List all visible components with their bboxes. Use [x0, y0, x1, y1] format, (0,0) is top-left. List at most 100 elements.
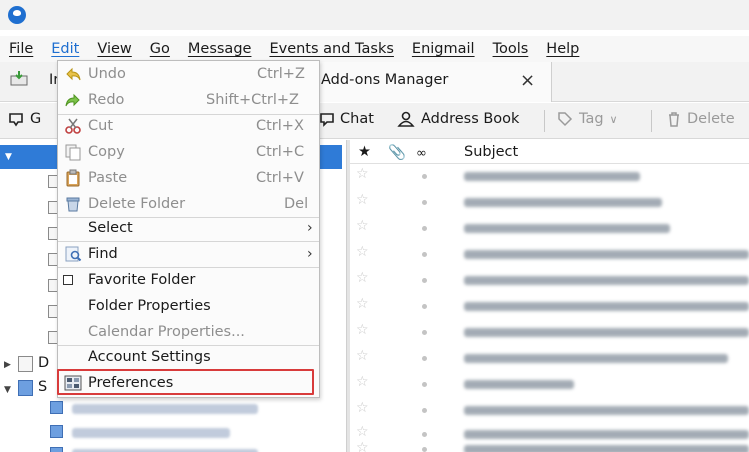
star-icon[interactable]: ☆ [356, 166, 369, 182]
message-subject[interactable] [464, 250, 749, 259]
toolbar-separator [651, 110, 652, 132]
account-icon [18, 380, 33, 396]
read-status-icon[interactable] [422, 356, 427, 361]
message-subject[interactable] [464, 328, 749, 337]
redo-shortcut: Shift+Ctrl+Z [206, 92, 299, 108]
menu-item-folder-properties[interactable]: Folder Properties [88, 298, 211, 314]
menu-item-copy[interactable]: Copy [88, 144, 125, 160]
submenu-arrow-icon: › [307, 220, 313, 236]
chat-button[interactable]: Chat [320, 111, 374, 127]
read-status-icon[interactable] [422, 174, 427, 179]
menu-events-and-tasks[interactable]: Events and Tasks [260, 36, 402, 62]
message-subject[interactable] [464, 430, 749, 439]
submenu-arrow-icon: › [307, 246, 313, 262]
read-status-icon[interactable] [422, 330, 427, 335]
preferences-highlight-box [57, 369, 314, 395]
menu-item-find[interactable]: Find [88, 246, 118, 262]
message-subject[interactable] [464, 198, 662, 207]
menu-separator [58, 267, 319, 268]
delete-folder-shortcut: Del [284, 196, 309, 212]
inbox-icon [10, 71, 28, 86]
blurred-account-name[interactable] [72, 428, 230, 438]
menu-separator [58, 217, 319, 218]
star-icon[interactable]: ☆ [356, 440, 369, 452]
expand-arrow-icon[interactable]: ▼ [4, 385, 11, 395]
menu-item-cut[interactable]: Cut [88, 118, 113, 134]
read-status-icon[interactable] [422, 252, 427, 257]
message-subject[interactable] [464, 354, 728, 363]
collapsed-arrow-icon[interactable]: ▶ [4, 360, 11, 370]
tag-button[interactable]: Tag ∨ [557, 111, 618, 127]
star-icon[interactable]: ☆ [356, 270, 369, 286]
menu-item-redo[interactable]: Redo [88, 92, 124, 108]
expand-arrow-icon[interactable]: ▼ [5, 152, 12, 162]
message-subject[interactable] [464, 445, 749, 452]
scissors-icon [65, 118, 81, 134]
read-status-icon[interactable] [422, 447, 427, 452]
menu-go[interactable]: Go [141, 36, 179, 62]
star-icon[interactable]: ☆ [356, 322, 369, 338]
menu-help[interactable]: Help [537, 36, 588, 62]
read-status-icon[interactable] [422, 278, 427, 283]
favorite-folder-checkbox[interactable] [63, 275, 73, 285]
star-icon[interactable]: ☆ [356, 244, 369, 260]
attachment-column-icon[interactable]: 📎 [388, 144, 406, 161]
redo-icon [65, 93, 80, 107]
copy-shortcut: Ctrl+C [256, 144, 305, 160]
menu-item-paste[interactable]: Paste [88, 170, 127, 186]
star-icon[interactable]: ☆ [356, 400, 369, 416]
tag-icon [558, 112, 573, 127]
identity-icon [50, 447, 63, 452]
tab-addons-label[interactable]: Add-ons Manager [321, 72, 448, 88]
star-icon[interactable]: ☆ [356, 192, 369, 208]
read-status-icon[interactable] [422, 226, 427, 231]
menu-view[interactable]: View [88, 36, 140, 62]
message-subject[interactable] [464, 276, 749, 285]
find-icon [65, 246, 82, 262]
title-bar [0, 0, 749, 30]
menu-item-undo[interactable]: Undo [88, 66, 126, 82]
read-status-icon[interactable] [422, 304, 427, 309]
cut-shortcut: Ctrl+X [256, 118, 304, 134]
identity-icon [50, 401, 63, 414]
read-status-icon[interactable] [422, 408, 427, 413]
menu-item-favorite-folder[interactable]: Favorite Folder [88, 272, 195, 288]
menu-separator [58, 345, 319, 346]
address-book-label: Address Book [421, 111, 520, 127]
menu-item-delete-folder[interactable]: Delete Folder [88, 196, 185, 212]
star-icon[interactable]: ☆ [356, 374, 369, 390]
star-icon[interactable]: ☆ [356, 348, 369, 364]
delete-button[interactable]: Delete [667, 111, 735, 127]
subject-column-header[interactable]: Subject [464, 144, 518, 160]
blurred-account-name[interactable] [72, 404, 258, 414]
menu-bar: File Edit View Go Message Events and Tas… [0, 36, 749, 62]
read-status-icon[interactable] [422, 432, 427, 437]
menu-tools[interactable]: Tools [484, 36, 538, 62]
message-subject[interactable] [464, 406, 749, 415]
menu-item-account-settings[interactable]: Account Settings [88, 349, 211, 365]
close-tab-icon[interactable]: × [520, 70, 535, 91]
star-icon[interactable]: ☆ [356, 424, 369, 440]
read-status-icon[interactable] [422, 200, 427, 205]
star-column-icon[interactable]: ★ [358, 144, 371, 160]
read-status-icon[interactable] [422, 382, 427, 387]
get-messages-button[interactable]: G [8, 111, 41, 127]
menu-item-select[interactable]: Select [88, 220, 133, 236]
menu-item-calendar-properties[interactable]: Calendar Properties... [88, 324, 245, 340]
message-subject[interactable] [464, 302, 749, 311]
message-subject[interactable] [464, 380, 574, 389]
message-subject[interactable] [464, 224, 670, 233]
star-icon[interactable]: ☆ [356, 296, 369, 312]
star-icon[interactable]: ☆ [356, 218, 369, 234]
pane-splitter[interactable] [346, 140, 350, 452]
menu-edit[interactable]: Edit [42, 36, 88, 62]
menu-file[interactable]: File [0, 36, 42, 62]
account-label-partial[interactable]: D [38, 355, 49, 371]
menu-message[interactable]: Message [179, 36, 261, 62]
menu-enigmail[interactable]: Enigmail [403, 36, 484, 62]
account-label-partial[interactable]: S [38, 379, 47, 395]
address-book-button[interactable]: Address Book [397, 111, 519, 127]
message-subject[interactable] [464, 172, 640, 181]
thread-column-icon[interactable]: ∞ [416, 146, 427, 161]
account-icon [18, 356, 33, 372]
